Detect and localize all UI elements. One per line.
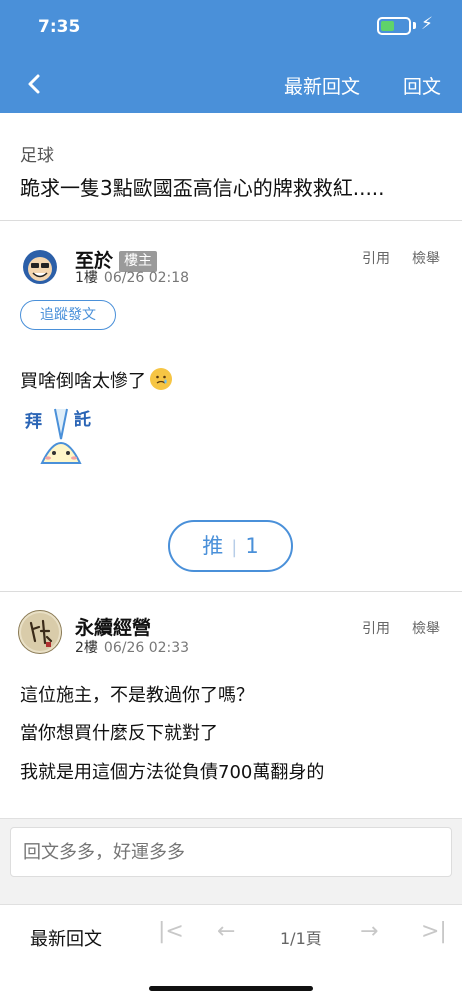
follow-posts-button[interactable]: 追蹤發文 <box>20 300 116 330</box>
post-body: 買啥倒啥太慘了 <box>20 367 172 393</box>
push-separator: | <box>231 537 238 558</box>
post-divider <box>0 591 462 592</box>
floor-number: 1樓 <box>75 270 98 286</box>
begging-sticker-image: 拜 託 <box>22 399 100 471</box>
reply-area <box>0 818 462 904</box>
battery-tip-icon <box>413 22 416 29</box>
post-body-line: 當你想買什麼反下就對了 <box>20 723 218 744</box>
avatar[interactable] <box>18 243 62 287</box>
post-time: 06/26 02:18 <box>103 270 190 286</box>
post-time: 06/26 02:33 <box>103 640 190 656</box>
battery-icon <box>377 17 411 35</box>
page-indicator[interactable]: 1/1頁 <box>280 925 322 949</box>
push-count: 1 <box>245 534 259 558</box>
push-label: 推 <box>202 534 224 558</box>
sticker-text-2: 託 <box>74 409 91 430</box>
next-page-icon[interactable]: → <box>360 919 378 944</box>
cartoon-face-avatar-icon <box>23 250 57 284</box>
post-body-line: 這位施主，不是教過你了嗎？ <box>20 685 254 706</box>
reply-link[interactable]: 回文 <box>403 72 441 99</box>
chevron-left-icon <box>28 74 40 94</box>
first-page-icon[interactable]: |< <box>158 919 184 944</box>
post-meta: 1樓 06/26 02:18 <box>75 267 189 287</box>
quote-button[interactable]: 引用 <box>362 618 390 638</box>
charging-bolt-icon: ⚡ <box>421 14 433 34</box>
reply-input[interactable] <box>10 827 452 877</box>
sticker-text-1: 拜 <box>25 411 42 432</box>
latest-reply-link[interactable]: 最新回文 <box>284 72 360 99</box>
crying-emoji-icon <box>150 368 172 390</box>
post-body-line: 我就是用這個方法從負債700萬翻身的 <box>20 762 325 783</box>
report-button[interactable]: 檢舉 <box>412 618 440 638</box>
floor-number: 2樓 <box>75 640 98 656</box>
board-name[interactable]: 足球 <box>20 141 54 166</box>
pagination-footer: 最新回文 |< ← 1/1頁 → >| <box>0 904 462 1000</box>
quote-button[interactable]: 引用 <box>362 248 390 268</box>
back-button[interactable] <box>24 70 46 98</box>
post-meta: 2樓 06/26 02:33 <box>75 637 189 657</box>
app-header: 7:35 ⚡ 最新回文 回文 <box>0 0 462 113</box>
author-name[interactable]: 永續經營 <box>75 613 151 640</box>
calligraphy-avatar-icon <box>21 613 59 651</box>
status-time: 7:35 <box>38 17 81 37</box>
prev-page-icon[interactable]: ← <box>217 919 235 944</box>
topic-header: 足球 跪求一隻3點歐國盃高信心的牌救救紅..... <box>0 113 462 221</box>
report-button[interactable]: 檢舉 <box>412 248 440 268</box>
battery-level <box>381 21 394 31</box>
page-title: 跪求一隻3點歐國盃高信心的牌救救紅..... <box>20 176 385 200</box>
push-button[interactable]: 推 | 1 <box>168 520 293 572</box>
post-body-text: 買啥倒啥太慘了 <box>20 371 146 392</box>
footer-latest-reply-button[interactable]: 最新回文 <box>30 925 102 951</box>
home-indicator <box>149 986 313 991</box>
last-page-icon[interactable]: >| <box>421 919 447 944</box>
avatar[interactable] <box>18 610 62 654</box>
